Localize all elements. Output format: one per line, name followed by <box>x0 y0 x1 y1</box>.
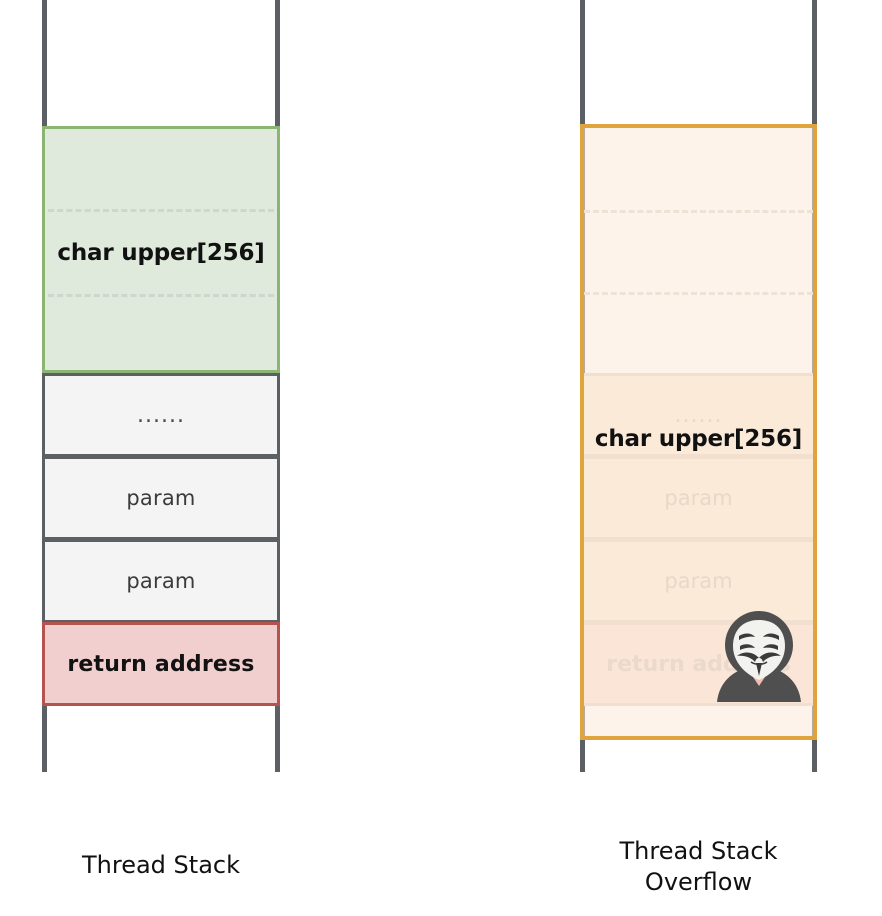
overflow-cell-param-1-label: param <box>664 486 733 510</box>
stack-cell-param-1: param <box>42 456 280 540</box>
stack-cell-param-2-label: param <box>126 569 196 593</box>
stack-cell-ellipsis: ...... <box>42 373 280 457</box>
thread-stack-overflow-caption: Thread Stack Overflow <box>619 837 778 896</box>
hacker-mask-icon <box>709 610 809 702</box>
buffer-region-left: char upper[256] <box>42 126 280 373</box>
buffer-label-left: char upper[256] <box>57 240 265 266</box>
overflow-buffer-label: char upper[256] <box>594 426 803 452</box>
diagram-canvas: char upper[256] ...... param param retur… <box>0 0 882 916</box>
buffer-dash-top <box>48 209 274 212</box>
stack-cell-param-2: param <box>42 539 280 623</box>
stack-cell-ellipsis-label: ...... <box>137 402 185 428</box>
anonymous-mask-svg <box>717 611 801 702</box>
stack-cell-param-1-label: param <box>126 486 196 510</box>
thread-stack-caption: Thread Stack <box>82 851 240 879</box>
overflow-cell-ellipsis-label: ...... <box>674 402 723 428</box>
stack-cell-return-address: return address <box>42 622 280 706</box>
overflow-dash-top <box>584 210 813 213</box>
buffer-dash-bottom <box>48 294 274 297</box>
overflow-cell-param-2-label: param <box>664 569 733 593</box>
stack-cell-return-address-label: return address <box>67 651 255 677</box>
overflow-cell-param-1: param <box>580 456 817 540</box>
overflow-dash-bottom <box>584 292 813 295</box>
